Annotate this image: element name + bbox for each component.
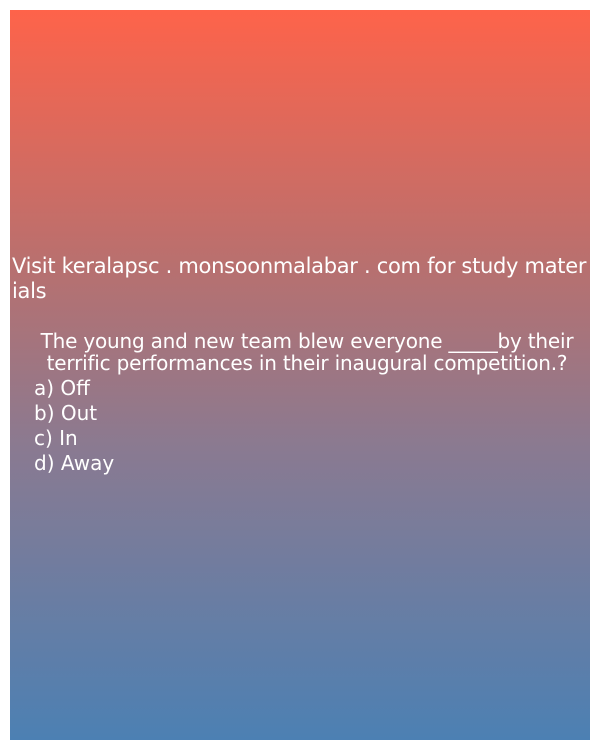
option-c: c) In [34,426,78,450]
question-text: The young and new team blew everyone ___… [40,329,574,375]
option-a: a) Off [34,376,90,400]
quiz-card: Visit keralapsc . monsoonmalabar . com f… [10,10,590,740]
answer-options: a) Off b) Out c) In d) Away [34,376,114,476]
option-b: b) Out [34,401,98,425]
option-d: d) Away [34,451,115,475]
promo-text: Visit keralapsc . monsoonmalabar . com f… [12,254,587,303]
